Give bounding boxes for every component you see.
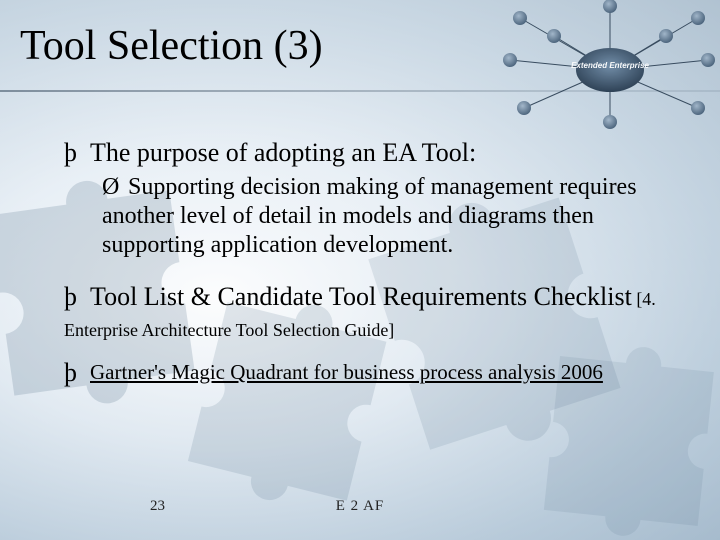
- sub-bullet-supporting-text: Supporting decision making of management…: [102, 174, 637, 259]
- bullet-item-purpose: þThe purpose of adopting an EA Tool: ØSu…: [64, 138, 672, 260]
- slide: Extended Enterprise Tool Selection (3) þ…: [0, 0, 720, 540]
- bullet-item-purpose-text: The purpose of adopting an EA Tool:: [90, 138, 476, 167]
- slide-title: Tool Selection (3): [20, 22, 480, 70]
- sub-bullet-supporting: ØSupporting decision making of managemen…: [102, 173, 672, 261]
- bullet-item-tool-list: þTool List & Candidate Tool Requirements…: [64, 282, 672, 343]
- gartner-link[interactable]: Gartner's Magic Quadrant for business pr…: [90, 360, 603, 384]
- checkbox-icon: þ: [64, 282, 90, 313]
- title-area: Tool Selection (3): [20, 22, 480, 70]
- checkbox-icon: þ: [64, 138, 90, 169]
- checkbox-icon: þ: [64, 358, 90, 389]
- bullet-item-gartner: þGartner's Magic Quadrant for business p…: [64, 358, 672, 389]
- footer-program: E 2 AF: [336, 498, 385, 515]
- page-number: 23: [150, 498, 165, 515]
- slide-body: þThe purpose of adopting an EA Tool: ØSu…: [64, 138, 672, 394]
- extended-enterprise-diagram: Extended Enterprise: [480, 0, 720, 130]
- arrow-icon: Ø: [102, 173, 128, 202]
- bullet-item-tool-list-main: Tool List & Candidate Tool Requirements …: [90, 282, 632, 311]
- slide-footer: 23 E 2 AF: [0, 498, 720, 522]
- title-underline: [0, 90, 720, 92]
- diagram-center-label: Extended Enterprise: [571, 61, 649, 70]
